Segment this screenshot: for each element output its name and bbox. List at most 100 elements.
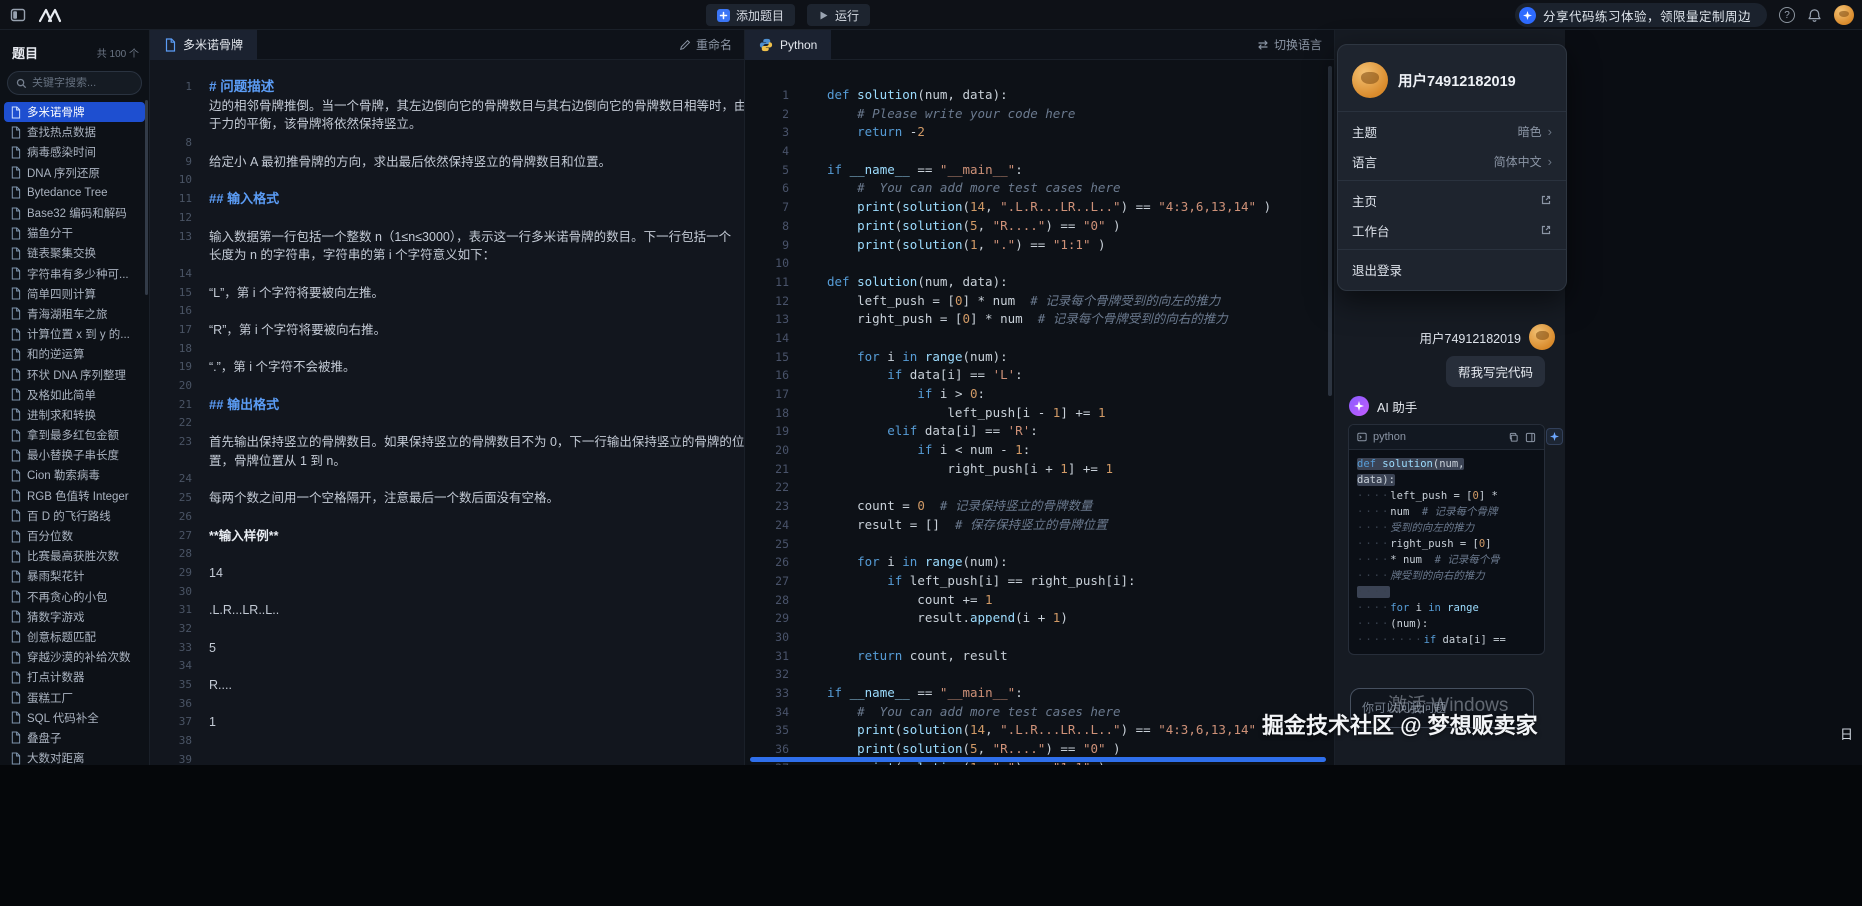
doc-text: 每两个数之间用一个空格隔开，注意最后一个数后面没有空格。 xyxy=(209,489,559,508)
line-number: 23 xyxy=(150,433,192,452)
doc-text: 5 xyxy=(209,639,216,658)
sidebar-item-label: 叠盘子 xyxy=(27,730,62,746)
sidebar-item[interactable]: Cion 勒索病毒 xyxy=(4,465,145,485)
doc-icon xyxy=(10,186,21,199)
app-logo-icon[interactable] xyxy=(38,7,68,23)
sidebar-item[interactable]: 进制求和转换 xyxy=(4,405,145,425)
doc-line: 34 xyxy=(150,657,744,676)
user-menu-item[interactable]: 退出登录 xyxy=(1338,254,1566,284)
help-icon[interactable]: ? xyxy=(1779,7,1795,23)
sidebar-item[interactable]: 穿越沙漠的补给次数 xyxy=(4,647,145,667)
code-editor[interactable]: 1def solution(num, data):2 # Please writ… xyxy=(745,60,1334,765)
sidebar-item[interactable]: 计算位置 x 到 y 的... xyxy=(4,324,145,344)
sidebar-item-label: 猫鱼分干 xyxy=(27,225,73,241)
code-text: if __name__ == "__main__": xyxy=(827,684,1023,703)
doc-line: 39 xyxy=(150,751,744,765)
code-line: 34 # You can add more test cases here xyxy=(745,703,1334,722)
sidebar-item[interactable]: 链表聚集交换 xyxy=(4,243,145,263)
ai-assistant-icon xyxy=(1349,396,1369,416)
sidebar-item[interactable]: 不再贪心的小包 xyxy=(4,587,145,607)
insert-code-icon[interactable] xyxy=(1525,432,1536,443)
problem-description[interactable]: 1# 问题描述边的相邻骨牌推倒。当一个骨牌，其左边倒向它的骨牌数目与其右边倒向它… xyxy=(150,60,744,765)
user-menu-item[interactable]: 主题暗色› xyxy=(1338,116,1566,146)
sidebar-item-label: Bytedance Tree xyxy=(27,187,108,199)
doc-icon xyxy=(10,671,21,684)
line-number: 27 xyxy=(745,572,789,591)
sidebar-item[interactable]: 百 D 的飞行路线 xyxy=(4,506,145,526)
line-number: 13 xyxy=(745,310,789,329)
code-line: 2 # Please write your code here xyxy=(745,105,1334,124)
sidebar-item[interactable]: 最小替换子串长度 xyxy=(4,445,145,465)
line-number: 8 xyxy=(150,134,192,153)
menu-item-value xyxy=(1540,194,1552,206)
sidebar-item-label: 病毒感染时间 xyxy=(27,144,96,160)
code-text: print(solution(5, "R....") == "0" ) xyxy=(827,217,1121,236)
problem-tab-label: 多米诺骨牌 xyxy=(183,36,243,53)
rename-button[interactable]: 重命名 xyxy=(679,36,732,53)
username: 用户74912182019 xyxy=(1398,70,1516,91)
line-number: 21 xyxy=(745,460,789,479)
switch-language-button[interactable]: 切换语言 xyxy=(1257,36,1322,53)
code-line: 14 xyxy=(745,329,1334,348)
editor-vertical-scrollbar[interactable] xyxy=(1328,66,1332,396)
language-tab[interactable]: Python xyxy=(745,30,831,60)
sidebar-item[interactable]: 环状 DNA 序列整理 xyxy=(4,364,145,384)
sidebar-item[interactable]: 简单四则计算 xyxy=(4,284,145,304)
sidebar-item[interactable]: 青海湖租车之旅 xyxy=(4,304,145,324)
code-line: 30 xyxy=(745,628,1334,647)
sidebar-item[interactable]: 叠盘子 xyxy=(4,728,145,748)
sidebar-item[interactable]: 多米诺骨牌 xyxy=(4,102,145,122)
sidebar-scrollbar[interactable] xyxy=(145,100,148,295)
code-text: right_push[i + 1] += 1 xyxy=(827,460,1113,479)
sidebar-item[interactable]: 病毒感染时间 xyxy=(4,142,145,162)
ai-code-line: ····牌受到的向右的推力 xyxy=(1357,568,1536,584)
bell-icon[interactable] xyxy=(1807,8,1822,23)
search-box[interactable] xyxy=(7,71,142,95)
doc-line: 19“.”，第 i 个字符不会被推。 xyxy=(150,358,744,377)
sidebar-item[interactable]: DNA 序列还原 xyxy=(4,163,145,183)
sidebar-item[interactable]: 百分位数 xyxy=(4,526,145,546)
app-window: 添加题目 运行 分享代码练习体验，领限量定制周边 ? xyxy=(0,0,1862,906)
sidebar-item[interactable]: 及格如此简单 xyxy=(4,385,145,405)
menu-item-label: 主页 xyxy=(1352,191,1377,210)
user-avatar[interactable] xyxy=(1834,5,1854,25)
add-problem-button[interactable]: 添加题目 xyxy=(706,4,795,26)
sidebar-item[interactable]: RGB 色值转 Integer xyxy=(4,486,145,506)
user-menu-item[interactable]: 主页 xyxy=(1338,185,1566,215)
sidebar-toggle-icon[interactable] xyxy=(10,7,26,23)
ai-code-body: def solution(num,data):····left_push = [… xyxy=(1349,450,1544,654)
menu-item-label: 主题 xyxy=(1352,122,1377,141)
user-menu-item[interactable]: 语言简体中文› xyxy=(1338,146,1566,176)
chat-input[interactable] xyxy=(1350,688,1534,728)
sidebar-item[interactable]: 创意标题匹配 xyxy=(4,627,145,647)
run-button[interactable]: 运行 xyxy=(807,4,870,26)
search-input[interactable] xyxy=(32,77,132,89)
sidebar-item[interactable]: 大数对距离 xyxy=(4,748,145,765)
sidebar-item[interactable]: 打点计数器 xyxy=(4,667,145,687)
editor-horizontal-scrollbar[interactable] xyxy=(750,757,1326,762)
line-number: 22 xyxy=(745,478,789,497)
sidebar-item[interactable]: 和的逆运算 xyxy=(4,344,145,364)
apply-code-button[interactable] xyxy=(1546,428,1563,445)
sidebar-item[interactable]: 猜数字游戏 xyxy=(4,607,145,627)
sidebar-item[interactable]: 查找热点数据 xyxy=(4,122,145,142)
sidebar-item[interactable]: SQL 代码补全 xyxy=(4,708,145,728)
code-line: 26 for i in range(num): xyxy=(745,553,1334,572)
sidebar-item[interactable]: Bytedance Tree xyxy=(4,183,145,203)
promo-banner[interactable]: 分享代码练习体验，领限量定制周边 xyxy=(1515,3,1767,27)
sidebar-item[interactable]: 字符串有多少种可... xyxy=(4,264,145,284)
line-number: 20 xyxy=(745,441,789,460)
sidebar-item-label: 最小替换子串长度 xyxy=(27,447,119,463)
sidebar-item[interactable]: 猫鱼分干 xyxy=(4,223,145,243)
code-text: # You can add more test cases here xyxy=(827,179,1121,198)
sidebar-item[interactable]: 蛋糕工厂 xyxy=(4,687,145,707)
code-text: for i in range(num): xyxy=(827,553,1008,572)
sidebar-item[interactable]: 暴雨梨花针 xyxy=(4,566,145,586)
sidebar-item[interactable]: Base32 编码和解码 xyxy=(4,203,145,223)
copy-icon[interactable] xyxy=(1508,432,1519,443)
sidebar-item[interactable]: 比赛最高获胜次数 xyxy=(4,546,145,566)
sidebar-item-label: DNA 序列还原 xyxy=(27,165,100,181)
problem-tab[interactable]: 多米诺骨牌 xyxy=(150,30,257,60)
user-menu-item[interactable]: 工作台 xyxy=(1338,215,1566,245)
sidebar-item[interactable]: 拿到最多红包金额 xyxy=(4,425,145,445)
